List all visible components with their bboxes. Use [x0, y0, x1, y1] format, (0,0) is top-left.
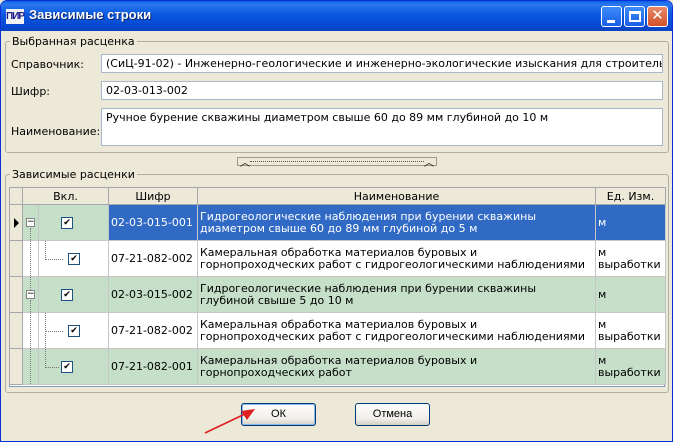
minimize-button[interactable]: [601, 6, 622, 27]
include-cell: [38, 240, 109, 277]
row-unit: м выработки: [595, 348, 666, 385]
collapse-icon[interactable]: −: [26, 290, 35, 299]
current-row-arrow-icon: [14, 217, 19, 228]
tree-line: [45, 241, 46, 258]
tree-line: [30, 300, 31, 312]
name-label: Наименование:: [11, 125, 101, 138]
cipher-label: Шифр:: [11, 85, 51, 98]
row-indicator: [9, 312, 23, 349]
header-unit[interactable]: Ед. Изм.: [595, 187, 666, 205]
tree-line: [30, 313, 31, 348]
app-icon: ПИР: [6, 9, 25, 24]
header-cipher[interactable]: Шифр: [108, 187, 198, 205]
row-name: Камеральная обработка материалов буровых…: [197, 240, 596, 277]
table-row[interactable]: 07-21-082-002 Камеральная обработка мате…: [9, 312, 666, 349]
row-unit: м: [595, 204, 666, 241]
window-title: Зависимые строки: [29, 7, 152, 22]
row-unit: м выработки: [595, 240, 666, 277]
annotation-arrow-icon: [204, 409, 255, 434]
row-name: Гидрогеологические наблюдения при бурени…: [197, 276, 596, 313]
tree-line: [45, 367, 59, 368]
dependent-rates-grid[interactable]: Вкл. Шифр Наименование Ед. Изм. − ✔ 02-0…: [9, 187, 666, 387]
maximize-button[interactable]: [624, 6, 645, 27]
row-name: Гидрогеологические наблюдения при бурени…: [197, 204, 596, 241]
include-cell: [38, 204, 109, 241]
include-checkbox[interactable]: [61, 361, 73, 373]
header-checkbox-col[interactable]: Вкл.: [22, 187, 109, 205]
row-cipher: 07-21-082-002: [108, 240, 198, 277]
table-row[interactable]: − 02-03-015-002 Гидрогеологические наблю…: [9, 276, 666, 313]
reference-label: Справочник:: [11, 58, 84, 71]
row-indicator: [9, 276, 23, 313]
table-row[interactable]: 07-21-082-002 Камеральная обработка мате…: [9, 240, 666, 277]
include-cell: [38, 348, 109, 385]
include-cell: [38, 312, 109, 349]
close-icon: ✕: [651, 6, 664, 24]
tree-line: [30, 228, 31, 240]
table-row[interactable]: − 02-03-015-001 Гидрогеологические наблю…: [9, 204, 666, 241]
row-indicator: [9, 348, 23, 385]
tree-line: [30, 241, 31, 276]
row-cipher: 02-03-015-001: [108, 204, 198, 241]
cancel-button[interactable]: Отмена: [355, 403, 430, 426]
close-button[interactable]: ✕: [647, 6, 668, 27]
include-checkbox[interactable]: [68, 253, 80, 265]
tree-cell: [22, 312, 39, 349]
tree-line: [30, 349, 31, 384]
selected-rate-legend: Выбранная расценка: [12, 35, 135, 48]
dependent-rates-legend: Зависимые расценки: [12, 168, 135, 181]
include-checkbox[interactable]: [68, 325, 80, 337]
tree-cell: [22, 348, 39, 385]
header-indicator: [9, 187, 23, 205]
maximize-icon: [629, 11, 641, 22]
header-name[interactable]: Наименование: [197, 187, 596, 205]
minimize-icon: [607, 20, 615, 23]
row-cipher: 07-21-082-002: [108, 312, 198, 349]
dialog-window: ПИР Зависимые строки ✕ Выбранная расценк…: [0, 0, 673, 442]
tree-line: [45, 331, 63, 332]
collapse-up-icon-right: ︿: [424, 158, 434, 169]
cipher-field[interactable]: 02-03-013-002: [101, 81, 663, 100]
row-unit: м: [595, 276, 666, 313]
title-bar[interactable]: ПИР Зависимые строки ✕: [1, 1, 672, 31]
row-cipher: 02-03-015-002: [108, 276, 198, 313]
row-indicator: [9, 204, 23, 241]
include-cell: [38, 276, 109, 313]
include-checkbox[interactable]: [61, 289, 73, 301]
tree-cell: [22, 240, 39, 277]
tree-line: [45, 259, 63, 260]
row-name: Камеральная обработка материалов буровых…: [197, 348, 596, 385]
tree-cell: −: [22, 204, 39, 241]
name-field[interactable]: Ручное бурение скважины диаметром свыше …: [101, 108, 663, 146]
row-name: Камеральная обработка материалов буровых…: [197, 312, 596, 349]
row-unit: м выработки: [595, 312, 666, 349]
include-checkbox[interactable]: [61, 217, 73, 229]
row-cipher: 07-21-082-001: [108, 348, 198, 385]
reference-field[interactable]: (СиЦ-91-02) - Инженерно-геологические и …: [101, 54, 663, 73]
panel-splitter[interactable]: ︿ ︿: [237, 157, 437, 169]
collapse-up-icon: ︿: [240, 158, 250, 169]
collapse-icon[interactable]: −: [26, 218, 35, 227]
splitter-grip: [250, 161, 424, 162]
tree-line: [45, 349, 46, 366]
tree-cell: −: [22, 276, 39, 313]
table-row[interactable]: 07-21-082-001 Камеральная обработка мате…: [9, 348, 666, 385]
row-indicator: [9, 240, 23, 277]
